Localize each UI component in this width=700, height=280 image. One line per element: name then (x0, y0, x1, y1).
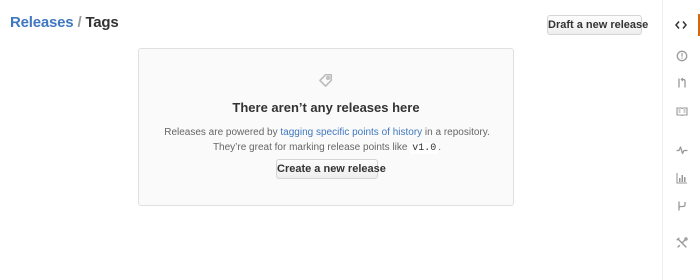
branch-icon (677, 201, 686, 211)
book-icon (675, 107, 688, 117)
breadcrumb-releases-link[interactable]: Releases (10, 14, 74, 31)
tools-icon (676, 237, 688, 248)
empty-state-heading: There aren’t any releases here (232, 100, 420, 115)
sidebar-item-settings[interactable] (663, 232, 700, 254)
empty-releases-panel: There aren’t any releases here Releases … (138, 48, 514, 206)
tagging-docs-link[interactable]: tagging specific points of history (280, 127, 422, 138)
breadcrumb: Releases / Tags (10, 14, 119, 31)
description-text-end: . (438, 142, 442, 153)
issue-opened-icon (676, 50, 687, 62)
empty-state-description: Releases are powered by tagging specific… (159, 125, 495, 156)
description-text-start: Releases are powered by (164, 127, 281, 138)
code-icon (674, 21, 687, 29)
breadcrumb-tags: Tags (85, 14, 119, 31)
sidebar-item-pull-requests[interactable] (663, 72, 700, 94)
sidebar-item-network[interactable] (663, 195, 700, 217)
breadcrumb-separator: / (77, 14, 82, 31)
sidebar-item-issues[interactable] (663, 45, 700, 67)
repo-sidebar-nav (662, 0, 700, 280)
tag-icon (319, 73, 333, 87)
version-example-code: v1.0 (410, 143, 439, 154)
sidebar-item-graphs[interactable] (663, 167, 700, 189)
graph-icon (675, 173, 687, 184)
draft-new-release-button[interactable]: Draft a new release (547, 15, 648, 35)
sidebar-item-pulse[interactable] (663, 139, 700, 161)
pulse-icon (676, 146, 687, 155)
sidebar-item-code[interactable] (663, 14, 700, 36)
create-new-release-button[interactable]: Create a new release (276, 159, 386, 179)
sidebar-item-wiki[interactable] (663, 100, 700, 122)
pull-request-icon (677, 77, 686, 88)
